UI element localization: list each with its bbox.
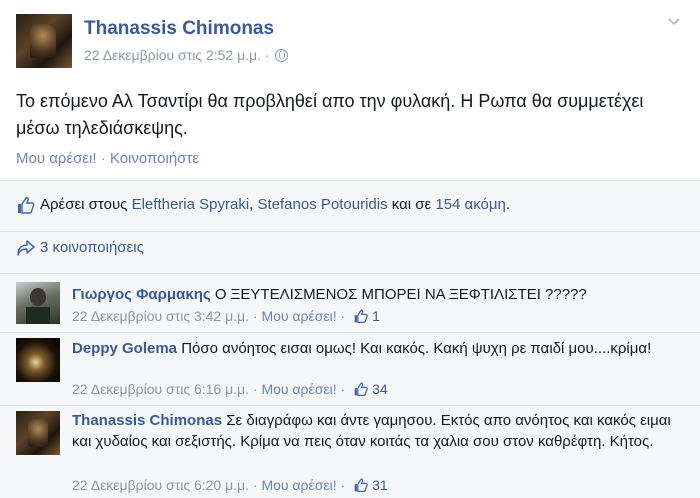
comment-body: Thanassis Chimonas Σε διαγράφω και άντε …: [72, 410, 682, 452]
facebook-post: Thanassis Chimonas 22 Δεκεμβρίου στις 2:…: [0, 0, 700, 498]
comment-body: Γιωργος Φαρμακης Ο ΞΕΥΤΕΛΙΣΜΕΝΟΣ ΜΠΟΡΕΙ …: [72, 284, 682, 305]
more-likers-link[interactable]: 154 ακόμη: [435, 196, 506, 213]
shares-count-link[interactable]: 3 κοινοποιήσεις: [40, 239, 144, 256]
post-author-name[interactable]: Thanassis Chimonas: [84, 18, 274, 40]
avatar-photo: [26, 288, 50, 324]
comment-text: Πόσο ανόητος εισαι ομως! Και κακός. Κακή…: [181, 340, 652, 357]
share-link[interactable]: Κοινοποιήστε: [110, 150, 199, 167]
comment-like-count[interactable]: 31: [372, 477, 388, 493]
commenter-avatar[interactable]: [16, 411, 60, 455]
like-link[interactable]: Μου αρέσει!: [16, 150, 97, 167]
likes-suffix: .: [505, 196, 511, 213]
liker-link-2[interactable]: Stefanos Potouridis: [258, 196, 388, 213]
comment-timestamp[interactable]: 22 Δεκεμβρίου στις 3:42 μ.μ. ·: [72, 308, 258, 324]
chevron-down-icon[interactable]: [668, 14, 680, 30]
comment-like-link[interactable]: Μου αρέσει! ·: [261, 308, 345, 324]
likes-summary-row: Αρέσει στους Eleftheria Spyraki, Stefano…: [0, 181, 700, 232]
thumbs-up-icon: [18, 196, 35, 214]
comment-text: Ο ΞΕΥΤΕΛΙΣΜΕΝΟΣ ΜΠΟΡΕΙ ΝΑ ΞΕΦΤΙΛΙΣΤΕΙ ??…: [214, 286, 587, 303]
thumbs-up-icon: [354, 382, 368, 397]
commenter-name[interactable]: Γιωργος Φαρμακης: [72, 286, 211, 303]
avatar-photo: [30, 24, 56, 58]
comment-item: Γιωργος Φαρμακης Ο ΞΕΥΤΕΛΙΣΜΕΝΟΣ ΜΠΟΡΕΙ …: [0, 272, 700, 333]
comment-timestamp[interactable]: 22 Δεκεμβρίου στις 6:20 μ.μ. ·: [72, 477, 258, 493]
commenter-avatar[interactable]: [16, 338, 60, 382]
liker-link-1[interactable]: Eleftheria Spyraki: [132, 196, 250, 213]
comment-meta: 22 Δεκεμβρίου στις 6:16 μ.μ. · Μου αρέσε…: [72, 381, 388, 397]
likes-prefix: Αρέσει στους: [40, 196, 128, 213]
comment-like-count[interactable]: 34: [372, 381, 388, 397]
share-arrow-icon: [17, 240, 35, 256]
avatar-photo: [28, 419, 48, 447]
thumbs-up-icon: [354, 309, 368, 324]
post-timestamp-row: 22 Δεκεμβρίου στις 2:52 μ.μ. ·: [84, 47, 288, 63]
commenter-name[interactable]: Deppy Golema: [72, 340, 177, 357]
comment-item: Deppy Golema Πόσο ανόητος εισαι ομως! Κα…: [0, 332, 700, 406]
commenter-avatar[interactable]: [16, 282, 60, 324]
post-timestamp[interactable]: 22 Δεκεμβρίου στις 2:52 μ.μ. ·: [84, 47, 270, 63]
likes-middle: και σε: [391, 196, 432, 213]
thumbs-up-icon: [354, 478, 368, 493]
likes-comma: ,: [249, 196, 254, 213]
comment-body: Deppy Golema Πόσο ανόητος εισαι ομως! Κα…: [72, 338, 682, 359]
comment-item: Thanassis Chimonas Σε διαγράφω και άντε …: [0, 405, 700, 497]
post-actions: Μου αρέσει! · Κοινοποιήστε: [16, 150, 199, 167]
comment-like-link[interactable]: Μου αρέσει! ·: [261, 477, 345, 493]
author-avatar[interactable]: [16, 14, 72, 68]
globe-icon[interactable]: [274, 49, 288, 62]
comment-meta: 22 Δεκεμβρίου στις 6:20 μ.μ. · Μου αρέσε…: [72, 477, 388, 493]
comment-meta: 22 Δεκεμβρίου στις 3:42 μ.μ. · Μου αρέσε…: [72, 308, 380, 324]
likes-summary-text: Αρέσει στους Eleftheria Spyraki, Stefano…: [40, 196, 510, 213]
comment-timestamp[interactable]: 22 Δεκεμβρίου στις 6:16 μ.μ. ·: [72, 381, 258, 397]
post-message: Το επόμενο Αλ Τσαντίρι θα προβληθεί απο …: [16, 91, 644, 138]
comment-like-link[interactable]: Μου αρέσει! ·: [261, 381, 345, 397]
commenter-name[interactable]: Thanassis Chimonas: [72, 412, 222, 429]
action-separator: ·: [100, 150, 106, 167]
comment-like-count[interactable]: 1: [372, 308, 380, 324]
